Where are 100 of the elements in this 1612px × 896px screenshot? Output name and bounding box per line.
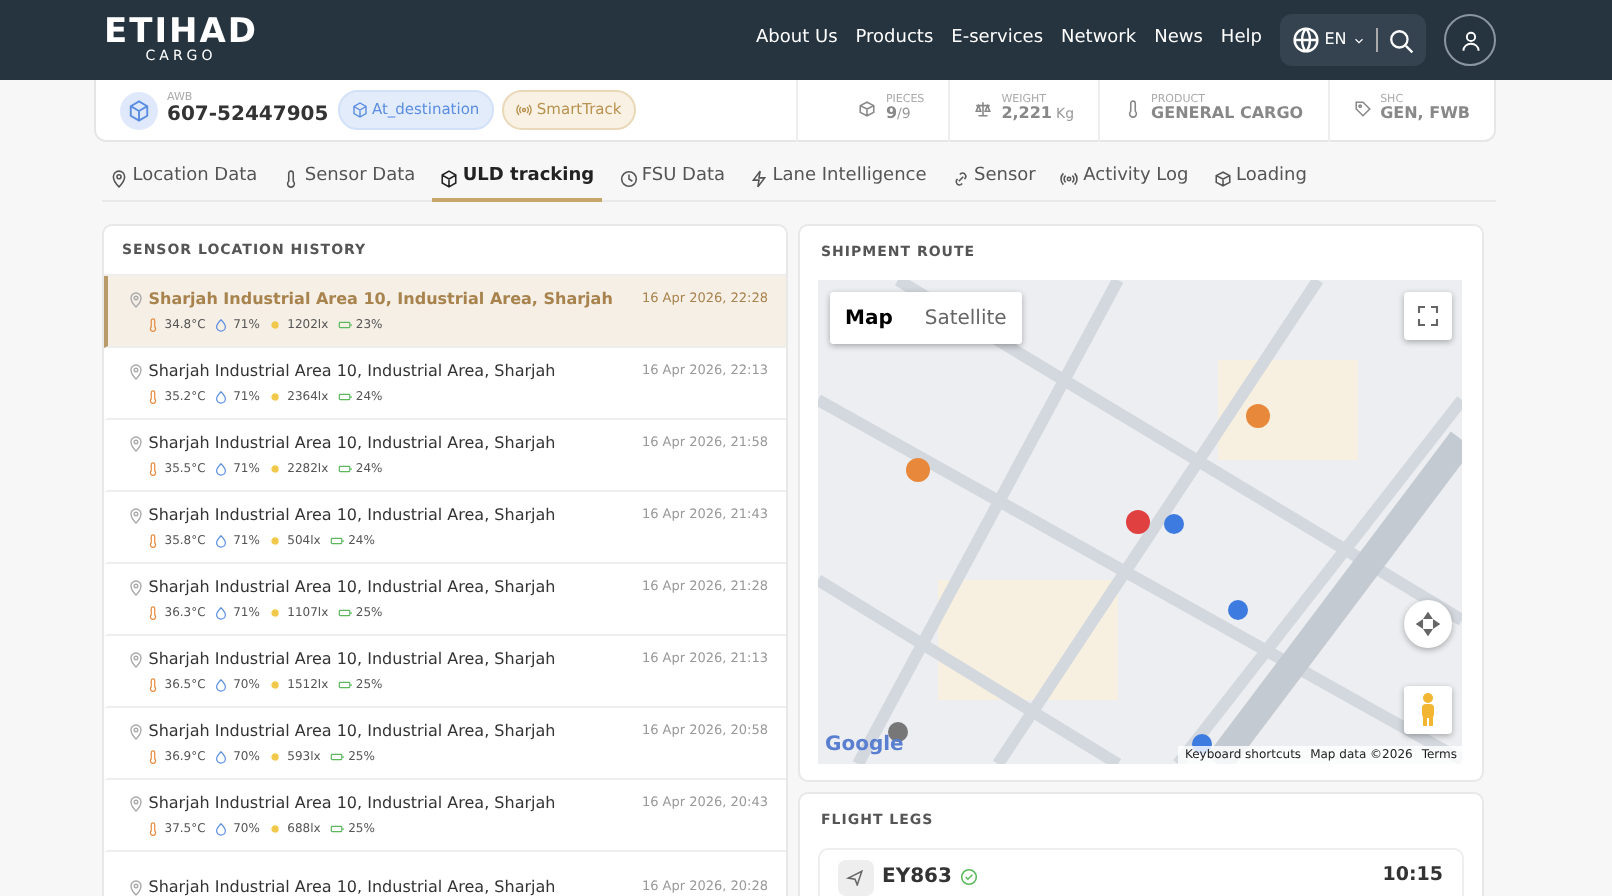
location-pin-icon xyxy=(128,292,144,308)
battery-icon xyxy=(337,606,352,620)
sun-icon xyxy=(268,750,283,764)
sun-icon xyxy=(268,390,283,404)
tab[interactable]: ULD tracking xyxy=(432,158,603,202)
user-icon xyxy=(1459,29,1481,51)
humidity-icon xyxy=(214,534,229,548)
check-circle-icon xyxy=(960,868,979,886)
thermometer-icon xyxy=(146,822,160,836)
language-selector[interactable]: EN xyxy=(1279,14,1426,66)
humidity-icon xyxy=(214,822,229,836)
tab[interactable]: Loading xyxy=(1205,158,1315,202)
sun-icon xyxy=(268,318,283,332)
clock-icon xyxy=(619,169,638,187)
box-icon xyxy=(858,100,877,119)
address-text: Sharjah Industrial Area 10, Industrial Area, Sharjah xyxy=(148,720,556,744)
humidity-icon xyxy=(214,750,229,764)
sun-icon xyxy=(268,462,283,476)
sun-icon xyxy=(268,606,283,620)
battery-icon xyxy=(329,822,344,836)
location-pin-icon xyxy=(110,169,128,187)
humidity-icon xyxy=(214,606,229,620)
arrows-icon xyxy=(1415,612,1439,636)
humidity-icon xyxy=(214,462,229,476)
nav-link[interactable]: E-services xyxy=(951,26,1044,54)
tab[interactable]: Sensor Data xyxy=(274,158,424,202)
thermometer-icon xyxy=(1124,100,1143,119)
humidity-icon xyxy=(214,678,229,692)
battery-icon xyxy=(337,678,352,692)
flight-time: 10:15 xyxy=(1382,862,1443,891)
tab[interactable]: Location Data xyxy=(102,158,266,202)
tab[interactable]: Lane Intelligence xyxy=(742,158,935,202)
location-pin-icon xyxy=(128,652,144,668)
nav-link[interactable]: Network xyxy=(1061,26,1137,54)
humidity-icon xyxy=(214,318,229,332)
nav-link[interactable]: Products xyxy=(855,26,934,54)
location-pin-icon xyxy=(128,580,144,596)
map-type-toggle[interactable]: Map xyxy=(829,292,909,344)
flight-leg-row[interactable]: EY863 10:15 xyxy=(817,847,1463,896)
stat-value: GEN, FWB xyxy=(1380,106,1470,125)
cube-icon xyxy=(440,169,459,187)
thermometer-icon xyxy=(146,462,160,476)
battery-icon xyxy=(329,750,344,764)
address-text: Sharjah Industrial Area 10, Industrial Area, Sharjah xyxy=(148,504,556,528)
tag-icon xyxy=(1353,100,1372,119)
humidity-icon xyxy=(214,390,229,404)
battery-icon xyxy=(337,462,352,476)
lightning-icon xyxy=(750,169,769,187)
battery-icon xyxy=(329,534,344,548)
tab[interactable]: FSU Data xyxy=(611,158,734,202)
sun-icon xyxy=(268,534,283,548)
location-pin-icon xyxy=(128,508,144,524)
globe-icon xyxy=(1291,26,1320,54)
stat-value: GENERAL CARGO xyxy=(1151,106,1304,125)
fullscreen-icon xyxy=(1415,304,1439,328)
location-pin-icon xyxy=(128,436,144,452)
address-text: Sharjah Industrial Area 10, Industrial Area, Sharjah xyxy=(148,576,556,600)
fullscreen-button[interactable] xyxy=(1403,292,1451,340)
tab[interactable]: Activity Log xyxy=(1052,158,1197,202)
sun-icon xyxy=(268,678,283,692)
signal-icon xyxy=(516,102,533,118)
battery-icon xyxy=(337,318,352,332)
thermometer-icon xyxy=(146,750,160,764)
address-text: Sharjah Industrial Area 10, Industrial Area, Sharjah xyxy=(148,360,556,384)
link-icon xyxy=(951,169,970,187)
address-text: Sharjah Industrial Area 10, Industrial Area, Sharjah xyxy=(148,875,556,896)
location-pin-icon xyxy=(128,364,144,380)
sun-icon xyxy=(268,822,283,836)
thermometer-icon xyxy=(146,390,160,404)
person-icon xyxy=(1417,692,1437,728)
address-text: Sharjah Industrial Area 10, Industrial Area, Sharjah xyxy=(148,288,613,312)
cube-icon xyxy=(120,91,158,129)
thermometer-icon xyxy=(146,318,160,332)
address-text: Sharjah Industrial Area 10, Industrial Area, Sharjah xyxy=(148,432,556,456)
user-button[interactable] xyxy=(1444,14,1496,66)
location-pin-icon xyxy=(128,879,144,895)
battery-icon xyxy=(337,390,352,404)
logo[interactable]: ETIHAD xyxy=(104,16,259,50)
nav-link[interactable]: About Us xyxy=(756,26,838,54)
location-pin-icon xyxy=(128,796,144,812)
awb-number: 607-52447905 xyxy=(167,104,329,127)
search-icon xyxy=(1388,27,1414,53)
address-text: Sharjah Industrial Area 10, Industrial Area, Sharjah xyxy=(148,792,556,816)
thermometer-icon xyxy=(146,678,160,692)
google-logo: Google xyxy=(825,732,904,760)
signal-icon xyxy=(1060,169,1079,187)
thermometer-icon xyxy=(146,606,160,620)
scale-icon xyxy=(974,100,993,119)
flight-number: EY863 xyxy=(882,864,952,892)
nav-link[interactable]: News xyxy=(1154,26,1203,54)
location-pin-icon xyxy=(128,724,144,740)
tab[interactable]: Sensor xyxy=(943,158,1044,202)
address-text: Sharjah Industrial Area 10, Industrial Area, Sharjah xyxy=(148,648,556,672)
caret-icon xyxy=(1351,33,1365,47)
thermometer-icon xyxy=(282,169,301,187)
map-type-toggle[interactable]: Satellite xyxy=(908,292,1023,344)
cube-icon xyxy=(351,102,368,118)
box-icon xyxy=(1213,169,1232,187)
nav-link[interactable]: Help xyxy=(1220,26,1262,54)
thermometer-icon xyxy=(146,534,160,548)
